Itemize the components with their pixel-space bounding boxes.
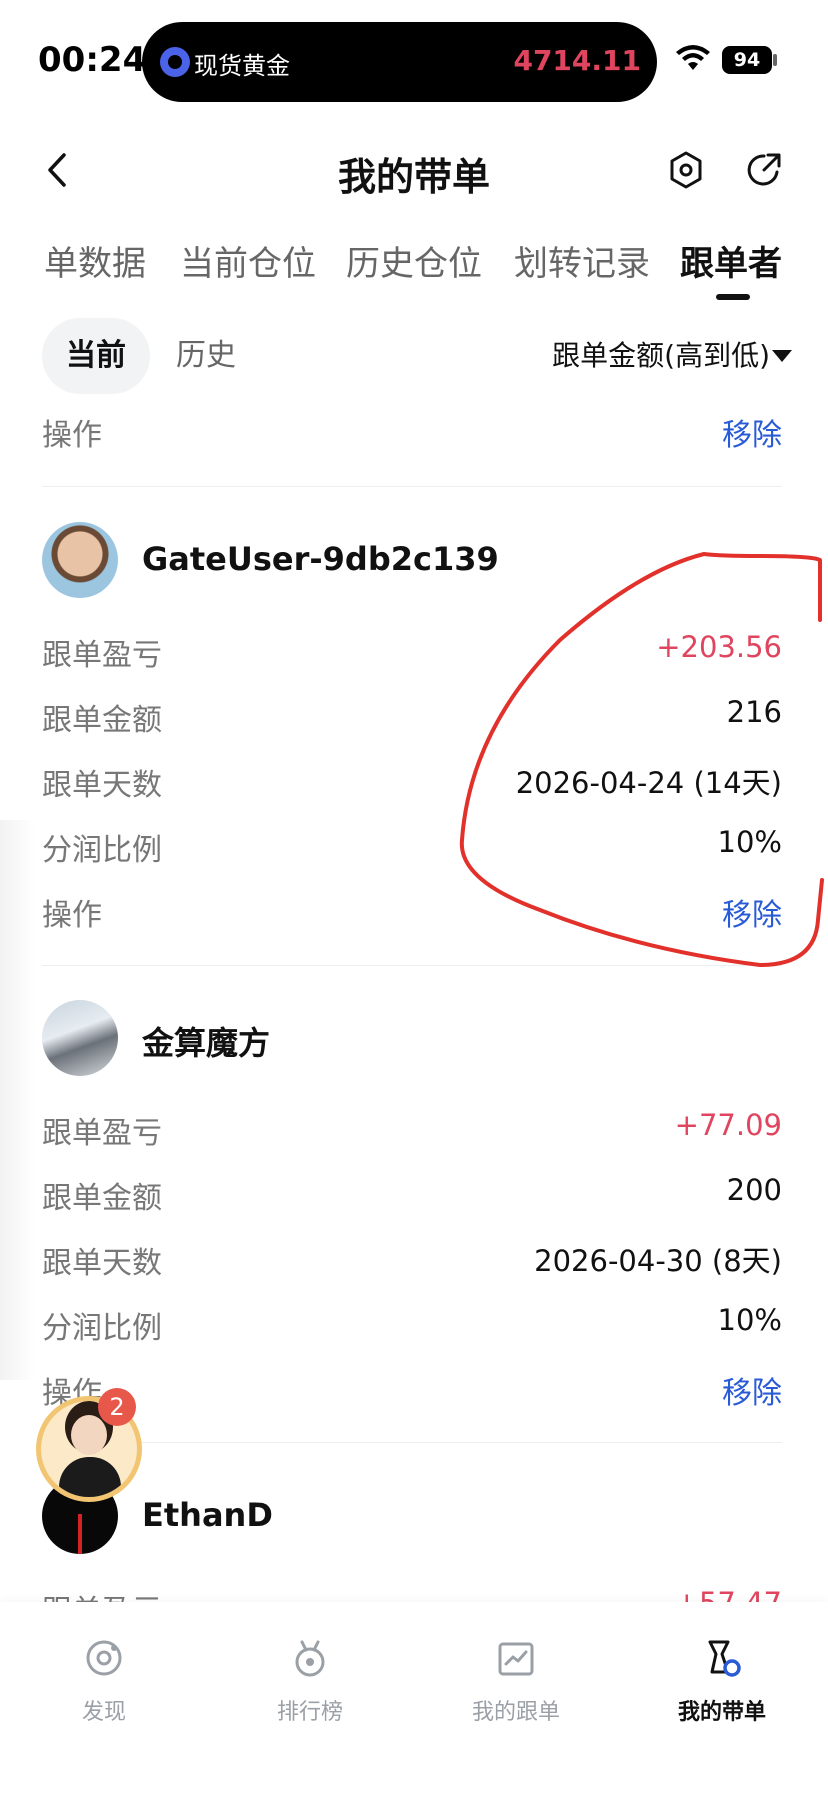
bottom-nav-label: 我的带单: [677, 1700, 766, 1725]
tab-transfer-records[interactable]: 划转记录: [514, 236, 650, 285]
gold-logo-icon: [160, 47, 190, 77]
row-label: 跟单金额: [42, 703, 162, 738]
my-follow-icon: [498, 1642, 534, 1676]
remove-button[interactable]: 移除: [722, 410, 782, 454]
bottom-nav-discover[interactable]: 发现: [34, 1636, 174, 1726]
avatar[interactable]: [42, 1000, 118, 1076]
tab-bar: 单数据 当前仓位 历史仓位 划转记录 跟单者: [0, 228, 828, 300]
tab-followers[interactable]: 跟单者: [680, 236, 782, 285]
bottom-nav-my-lead[interactable]: 我的带单: [652, 1636, 792, 1726]
my-lead-icon: [708, 1640, 741, 1677]
island-price: 4714.11: [513, 44, 641, 77]
amount-value: 216: [726, 695, 782, 729]
share-icon[interactable]: [744, 150, 784, 190]
wifi-icon: [676, 45, 710, 70]
tab-current-positions[interactable]: 当前仓位: [180, 236, 316, 285]
list-row: 跟单盈亏 +203.56: [42, 620, 782, 680]
row-label: 跟单天数: [42, 1246, 162, 1281]
row-label: 跟单盈亏: [42, 1116, 162, 1151]
tab-history-positions[interactable]: 历史仓位: [346, 236, 482, 285]
edge-shadow: [0, 820, 36, 1380]
list-row: 操作 移除: [42, 400, 782, 460]
list-row: 跟单盈亏 +77.09: [42, 1098, 782, 1158]
segment-history[interactable]: 历史: [176, 318, 236, 394]
status-time: 00:24: [38, 40, 147, 80]
days-value: 2026-04-30 (8天): [534, 1244, 782, 1278]
list-row: 操作 移除: [42, 1358, 782, 1418]
leaderboard-icon: [295, 1640, 325, 1677]
assistant-body: [59, 1457, 121, 1497]
island-title: 现货黄金: [194, 52, 290, 80]
list-row: 分润比例 10%: [42, 1293, 782, 1353]
divider: [42, 965, 782, 966]
profit-share-value: 10%: [717, 825, 782, 859]
filter-row: 当前 历史 跟单金额(高到低): [0, 318, 828, 394]
row-label: 跟单天数: [42, 768, 162, 803]
bottom-nav-label: 排行榜: [276, 1700, 343, 1725]
follower-card-header[interactable]: GateUser-9db2c139: [42, 522, 782, 598]
discover-icon: [86, 1640, 122, 1676]
dynamic-island[interactable]: 现货黄金 4714.11: [142, 22, 657, 102]
tab-active-indicator: [716, 294, 750, 300]
row-label: 跟单金额: [42, 1181, 162, 1216]
battery-tip: [773, 54, 777, 66]
remove-button[interactable]: 移除: [722, 1368, 782, 1412]
status-bar: 00:24 现货黄金 4714.11 94: [0, 0, 828, 110]
divider: [42, 1442, 782, 1443]
bottom-nav-label: 我的跟单: [471, 1700, 560, 1725]
list-row: 跟单金额 216: [42, 685, 782, 745]
bottom-nav: 发现 排行榜 我的跟单 我的带单: [0, 1602, 828, 1798]
list-row: 跟单天数 2026-04-24 (14天): [42, 750, 782, 810]
follower-name[interactable]: GateUser-9db2c139: [142, 540, 499, 578]
list-row: 操作 移除: [42, 880, 782, 940]
remove-button[interactable]: 移除: [722, 890, 782, 934]
list-row: 分润比例 10%: [42, 815, 782, 875]
segment-current[interactable]: 当前: [42, 318, 150, 394]
notification-badge: 2: [98, 1388, 136, 1426]
follower-name[interactable]: EthanD: [142, 1496, 273, 1534]
follower-card-header[interactable]: 金算魔方: [42, 1000, 782, 1076]
caret-down-icon[interactable]: [772, 350, 792, 362]
divider: [42, 486, 782, 487]
settings-hexagon-icon[interactable]: [668, 150, 704, 190]
pnl-value: +77.09: [674, 1108, 782, 1142]
row-label: 分润比例: [42, 833, 162, 868]
follower-name[interactable]: 金算魔方: [142, 1018, 270, 1064]
nav-bar: 我的带单: [0, 130, 828, 210]
bottom-nav-leaderboard[interactable]: 排行榜: [240, 1636, 380, 1726]
row-label: 跟单盈亏: [42, 638, 162, 673]
bottom-nav-my-follow[interactable]: 我的跟单: [446, 1636, 586, 1726]
assistant-face: [71, 1415, 107, 1455]
row-label: 操作: [42, 898, 102, 933]
row-label: 分润比例: [42, 1311, 162, 1346]
pnl-value: +203.56: [656, 630, 782, 664]
profit-share-value: 10%: [717, 1303, 782, 1337]
list-row: 跟单金额 200: [42, 1163, 782, 1223]
days-value: 2026-04-24 (14天): [515, 766, 782, 800]
row-label: 操作: [42, 418, 102, 453]
tab-lead-data[interactable]: 单数据: [44, 236, 146, 285]
bottom-nav-label: 发现: [81, 1700, 126, 1725]
list-row: 跟单天数 2026-04-30 (8天): [42, 1228, 782, 1288]
avatar[interactable]: [42, 522, 118, 598]
follower-card-header[interactable]: EthanD: [42, 1478, 782, 1554]
amount-value: 200: [726, 1173, 782, 1207]
sort-dropdown[interactable]: 跟单金额(高到低): [552, 318, 770, 394]
battery-indicator: 94: [722, 46, 772, 74]
